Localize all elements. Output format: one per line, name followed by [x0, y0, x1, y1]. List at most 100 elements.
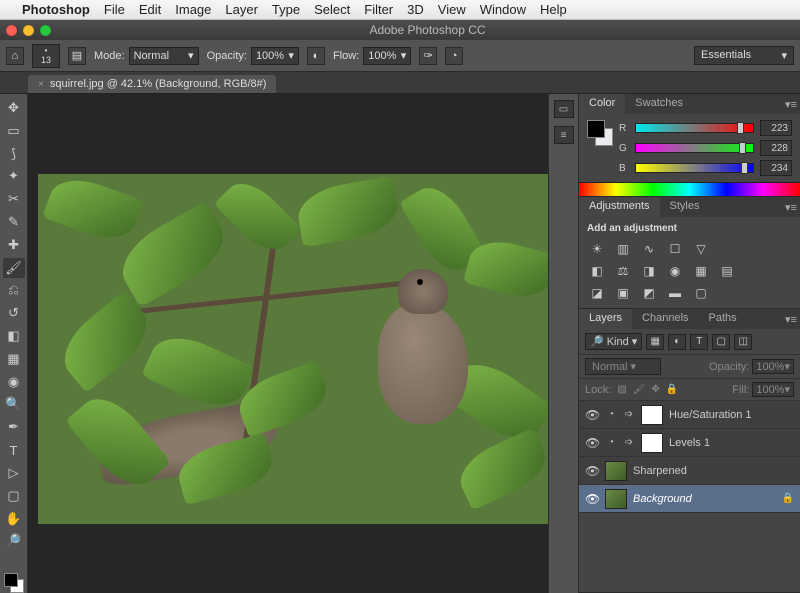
- vibrance-icon[interactable]: ▽: [691, 240, 711, 258]
- menubar-app[interactable]: Photoshop: [22, 2, 90, 17]
- rectangle-tool[interactable]: ▢: [3, 486, 25, 506]
- tab-channels[interactable]: Channels: [632, 309, 698, 329]
- filter-smart-icon[interactable]: ◫: [734, 334, 752, 350]
- airbrush-icon[interactable]: ✑: [419, 47, 437, 65]
- tab-paths[interactable]: Paths: [699, 309, 747, 329]
- selective-color-icon[interactable]: ▢: [691, 284, 711, 302]
- layer-name[interactable]: Levels 1: [669, 437, 794, 449]
- panel-menu-icon[interactable]: ▾≡: [782, 309, 800, 329]
- document-canvas[interactable]: [38, 174, 548, 524]
- eraser-tool[interactable]: ◧: [3, 326, 25, 346]
- brush-panel-icon[interactable]: ▤: [68, 47, 86, 65]
- close-button[interactable]: [6, 25, 17, 36]
- gradient-map-icon[interactable]: ▬: [665, 284, 685, 302]
- threshold-icon[interactable]: ◩: [639, 284, 659, 302]
- menu-3d[interactable]: 3D: [407, 2, 424, 17]
- filter-pixel-icon[interactable]: ▦: [646, 334, 664, 350]
- menu-file[interactable]: File: [104, 2, 125, 17]
- lock-position-icon[interactable]: ✥: [651, 384, 659, 395]
- pressure-opacity-icon[interactable]: ◐: [307, 47, 325, 65]
- color-lookup-icon[interactable]: ▤: [717, 262, 737, 280]
- layer-thumbnail[interactable]: [605, 489, 627, 509]
- layer-row[interactable]: 👁 ◔ ➩ Levels 1: [579, 429, 800, 457]
- gradient-tool[interactable]: ▦: [3, 349, 25, 369]
- history-panel-icon[interactable]: ▭: [554, 100, 574, 118]
- magic-wand-tool[interactable]: ✦: [3, 166, 25, 186]
- tab-color[interactable]: Color: [579, 94, 625, 114]
- eyedropper-tool[interactable]: ✎: [3, 212, 25, 232]
- minimize-button[interactable]: [23, 25, 34, 36]
- mask-link-icon[interactable]: ➩: [623, 409, 635, 420]
- filter-adjustment-icon[interactable]: ◐: [668, 334, 686, 350]
- menu-view[interactable]: View: [438, 2, 466, 17]
- blur-tool[interactable]: ◉: [3, 372, 25, 392]
- layer-name[interactable]: Sharpened: [633, 465, 794, 477]
- properties-panel-icon[interactable]: ≡: [554, 126, 574, 144]
- panel-menu-icon[interactable]: ▾≡: [782, 94, 800, 114]
- g-value[interactable]: 228: [760, 140, 792, 156]
- pressure-size-icon[interactable]: ◔: [445, 47, 463, 65]
- menu-image[interactable]: Image: [175, 2, 211, 17]
- history-brush-tool[interactable]: ↺: [3, 303, 25, 323]
- posterize-icon[interactable]: ▣: [613, 284, 633, 302]
- marquee-tool[interactable]: ▭: [3, 121, 25, 141]
- hand-tool[interactable]: ✋: [3, 509, 25, 529]
- layer-row[interactable]: 👁 Sharpened: [579, 457, 800, 485]
- lock-all-icon[interactable]: 🔒: [666, 384, 678, 395]
- layer-row[interactable]: 👁 ◔ ➩ Hue/Saturation 1: [579, 401, 800, 429]
- mask-link-icon[interactable]: ➩: [623, 437, 635, 448]
- black-white-icon[interactable]: ◨: [639, 262, 659, 280]
- spectrum-ramp[interactable]: [579, 182, 800, 196]
- photo-filter-icon[interactable]: ◉: [665, 262, 685, 280]
- canvas-area[interactable]: [28, 94, 548, 593]
- opacity-input[interactable]: 100%▾: [251, 47, 299, 65]
- crop-tool[interactable]: ✂: [3, 189, 25, 209]
- visibility-icon[interactable]: 👁: [585, 436, 599, 450]
- home-icon[interactable]: ⌂: [6, 47, 24, 65]
- workspace-switcher[interactable]: Essentials▾: [694, 46, 794, 65]
- menu-type[interactable]: Type: [272, 2, 300, 17]
- zoom-button[interactable]: [40, 25, 51, 36]
- invert-icon[interactable]: ◪: [587, 284, 607, 302]
- r-value[interactable]: 223: [760, 120, 792, 136]
- tab-swatches[interactable]: Swatches: [625, 94, 693, 114]
- close-tab-icon[interactable]: ×: [38, 79, 44, 90]
- move-tool[interactable]: ✥: [3, 98, 25, 118]
- type-tool[interactable]: T: [3, 440, 25, 460]
- menu-select[interactable]: Select: [314, 2, 350, 17]
- menu-edit[interactable]: Edit: [139, 2, 161, 17]
- color-balance-icon[interactable]: ⚖: [613, 262, 633, 280]
- link-icon[interactable]: ◔: [605, 437, 617, 448]
- exposure-icon[interactable]: ☐: [665, 240, 685, 258]
- zoom-tool[interactable]: 🔎: [3, 531, 25, 551]
- hue-saturation-icon[interactable]: ◧: [587, 262, 607, 280]
- brush-tool[interactable]: 🖌: [3, 258, 25, 278]
- g-slider[interactable]: [635, 143, 754, 153]
- panel-menu-icon[interactable]: ▾≡: [782, 197, 800, 217]
- b-slider[interactable]: [635, 163, 754, 173]
- tab-layers[interactable]: Layers: [579, 309, 632, 329]
- pen-tool[interactable]: ✒: [3, 417, 25, 437]
- lasso-tool[interactable]: ⟆: [3, 144, 25, 164]
- layer-blend-mode[interactable]: Normal ▾: [585, 358, 661, 375]
- channel-mixer-icon[interactable]: ▦: [691, 262, 711, 280]
- lock-transparent-icon[interactable]: ▨: [617, 384, 626, 395]
- visibility-icon[interactable]: 👁: [585, 464, 599, 478]
- foreground-background-swatch[interactable]: [4, 573, 24, 593]
- layer-thumbnail[interactable]: [641, 405, 663, 425]
- layer-thumbnail[interactable]: [605, 461, 627, 481]
- layer-filter-kind[interactable]: 🔎Kind ▾: [585, 333, 642, 350]
- link-icon[interactable]: ◔: [605, 409, 617, 420]
- foreground-color[interactable]: [4, 573, 18, 587]
- layer-row[interactable]: 👁 Background 🔒: [579, 485, 800, 513]
- b-value[interactable]: 234: [760, 160, 792, 176]
- menu-filter[interactable]: Filter: [364, 2, 393, 17]
- menu-layer[interactable]: Layer: [225, 2, 258, 17]
- brightness-contrast-icon[interactable]: ☀: [587, 240, 607, 258]
- menu-window[interactable]: Window: [480, 2, 526, 17]
- layer-name[interactable]: Hue/Saturation 1: [669, 409, 794, 421]
- menu-help[interactable]: Help: [540, 2, 567, 17]
- visibility-icon[interactable]: 👁: [585, 492, 599, 506]
- clone-stamp-tool[interactable]: ⎌: [3, 281, 25, 301]
- brush-preset-picker[interactable]: • 13: [32, 44, 60, 68]
